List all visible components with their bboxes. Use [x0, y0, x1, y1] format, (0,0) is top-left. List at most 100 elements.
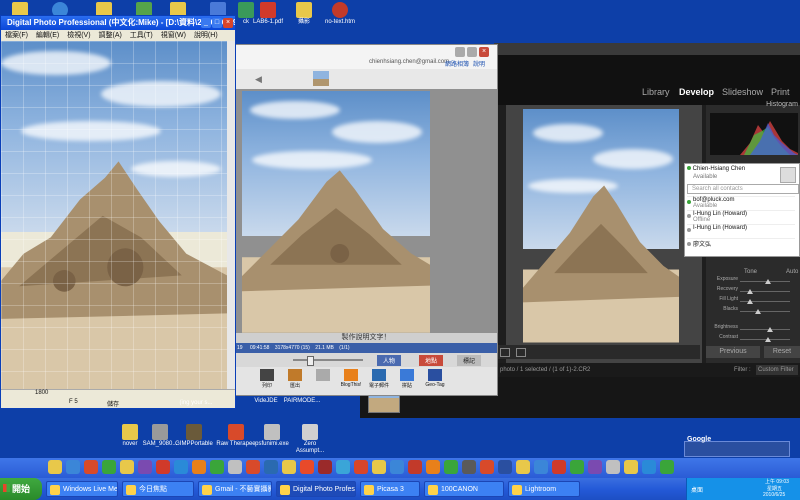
quick-launch-icon[interactable]: [516, 460, 530, 474]
quick-launch-icon[interactable]: [228, 460, 242, 474]
quick-launch-icon[interactable]: [498, 460, 512, 474]
loupe-view-icon[interactable]: [516, 348, 526, 357]
contact-search-input[interactable]: Search all contacts: [687, 184, 799, 194]
taskbar-button[interactable]: Picasa 3: [360, 481, 420, 497]
html-file-icon[interactable]: no-text.htm: [320, 2, 360, 26]
contact-row[interactable]: 廖文弘: [687, 238, 795, 252]
taskbar-button[interactable]: Gmail - 不藝實攝影...: [198, 481, 272, 497]
close-button[interactable]: ×: [223, 18, 233, 28]
start-button[interactable]: 開始: [0, 478, 42, 500]
quick-launch-icon[interactable]: [246, 460, 260, 474]
caption-field[interactable]: 製作說明文字！: [235, 333, 497, 343]
ime-label[interactable]: 桌面: [691, 485, 703, 494]
action-button[interactable]: 拼貼: [395, 369, 419, 393]
slider-knob[interactable]: [754, 309, 761, 314]
quick-launch-icon[interactable]: [84, 460, 98, 474]
quick-launch-icon[interactable]: [570, 460, 584, 474]
quick-launch-icon[interactable]: [102, 460, 116, 474]
menu-adjust[interactable]: 調整(A): [99, 32, 122, 39]
photo-viewer-window[interactable]: chienhsiang.chen@gmail.com 網路相簿 說明 × ◀ 製…: [234, 44, 498, 396]
quick-launch-icon[interactable]: [660, 460, 674, 474]
quick-launch-icon[interactable]: [156, 460, 170, 474]
taskbar-button[interactable]: 100CANON: [424, 481, 504, 497]
menu-view[interactable]: 檢視(V): [67, 32, 90, 39]
quick-launch-icon[interactable]: [138, 460, 152, 474]
folder-icon[interactable]: 攝影: [284, 2, 324, 26]
slider-knob[interactable]: [764, 279, 771, 284]
quick-launch-icon[interactable]: [210, 460, 224, 474]
quick-launch-icon[interactable]: [588, 460, 602, 474]
action-button[interactable]: 電子郵件: [367, 369, 391, 393]
module-print[interactable]: Print: [771, 87, 790, 97]
slider-track[interactable]: [740, 311, 790, 312]
contact-row[interactable]: bof@pluck.com Available: [687, 196, 795, 210]
quick-launch-icon[interactable]: [336, 460, 350, 474]
tags-button[interactable]: 標記: [457, 355, 482, 366]
quick-launch-icon[interactable]: [390, 460, 404, 474]
desktop-icon[interactable]: VideJDE: [246, 398, 286, 405]
taskbar-button[interactable]: Windows Live Messe...: [46, 481, 118, 497]
taskbar-button[interactable]: Digital Photo Professi...: [276, 481, 356, 497]
quick-launch-icon[interactable]: [462, 460, 476, 474]
web-albums-link[interactable]: 網路相簿: [445, 59, 469, 68]
desktop-icon[interactable]: PAIRMODE...: [282, 398, 322, 405]
quick-launch-icon[interactable]: [48, 460, 62, 474]
action-button[interactable]: BlogThis!: [339, 369, 363, 393]
quick-launch-icon[interactable]: [408, 460, 422, 474]
help-link[interactable]: 說明: [473, 59, 485, 68]
contact-row[interactable]: I-Hung Lin (Howard): [687, 224, 795, 238]
quick-launch-icon[interactable]: [624, 460, 638, 474]
maximize-button[interactable]: □: [212, 18, 222, 28]
quick-launch-icon[interactable]: [192, 460, 206, 474]
action-button[interactable]: 列印: [255, 369, 279, 393]
minimize-button[interactable]: _: [201, 18, 211, 28]
slider-knob[interactable]: [767, 327, 773, 332]
taskbar-button[interactable]: 今日焦點: [122, 481, 194, 497]
quick-launch-icon[interactable]: [606, 460, 620, 474]
minimize-button[interactable]: [455, 47, 465, 57]
slider-knob[interactable]: [764, 337, 771, 342]
quick-launch-icon[interactable]: [66, 460, 80, 474]
close-button[interactable]: ×: [479, 47, 489, 57]
desktop-icon[interactable]: GIMPPortable: [174, 424, 214, 448]
action-button[interactable]: 匯出: [283, 369, 307, 393]
vertical-scrollbar[interactable]: [227, 41, 235, 389]
desktop-icon[interactable]: psfunimi.exe: [252, 424, 292, 448]
quick-launch-icon[interactable]: [372, 460, 386, 474]
pdf-file-icon[interactable]: LAB6-1.pdf: [248, 2, 288, 26]
quick-launch-icon[interactable]: [426, 460, 440, 474]
menu-edit[interactable]: 編輯(E): [36, 32, 59, 39]
quick-launch-icon[interactable]: [264, 460, 278, 474]
taskbar-button[interactable]: Lightroom: [508, 481, 580, 497]
desktop-icon[interactable]: Zero Assumpt...: [290, 424, 330, 455]
slider-knob[interactable]: [747, 289, 753, 294]
quick-launch-icon[interactable]: [534, 460, 548, 474]
action-button[interactable]: [311, 369, 335, 393]
thumbnail-icon[interactable]: [313, 71, 329, 86]
places-button[interactable]: 地點: [419, 355, 444, 366]
desktop-icon[interactable]: (ing your s...: [176, 400, 216, 407]
quick-launch-icon[interactable]: [354, 460, 368, 474]
menu-tools[interactable]: 工具(T): [130, 32, 153, 39]
contact-row[interactable]: I-Hung Lin (Howard) Offline: [687, 210, 795, 224]
quick-launch-icon[interactable]: [174, 460, 188, 474]
google-search-box[interactable]: Google: [684, 436, 790, 457]
quick-launch-icon[interactable]: [642, 460, 656, 474]
slider-knob[interactable]: [747, 299, 753, 304]
quick-launch-icon[interactable]: [300, 460, 314, 474]
chat-popup[interactable]: Chien-Hsiang Chen Available Search all c…: [684, 163, 800, 257]
maximize-button[interactable]: [467, 47, 477, 57]
zoom-slider[interactable]: [293, 359, 363, 361]
filter-select[interactable]: Custom Filter: [756, 365, 798, 375]
people-button[interactable]: 人物: [377, 355, 402, 366]
menu-help[interactable]: 說明(H): [194, 32, 218, 39]
action-button[interactable]: Geo-Tag: [423, 369, 447, 393]
previous-button[interactable]: Previous: [706, 346, 760, 358]
reset-button[interactable]: Reset: [764, 346, 800, 358]
slider-track[interactable]: [740, 329, 790, 330]
back-arrow-icon[interactable]: ◀: [255, 74, 262, 85]
module-slideshow[interactable]: Slideshow: [722, 87, 763, 97]
me-status[interactable]: Available: [693, 174, 717, 180]
zoom-knob[interactable]: [307, 356, 314, 366]
module-develop[interactable]: Develop: [679, 87, 714, 97]
